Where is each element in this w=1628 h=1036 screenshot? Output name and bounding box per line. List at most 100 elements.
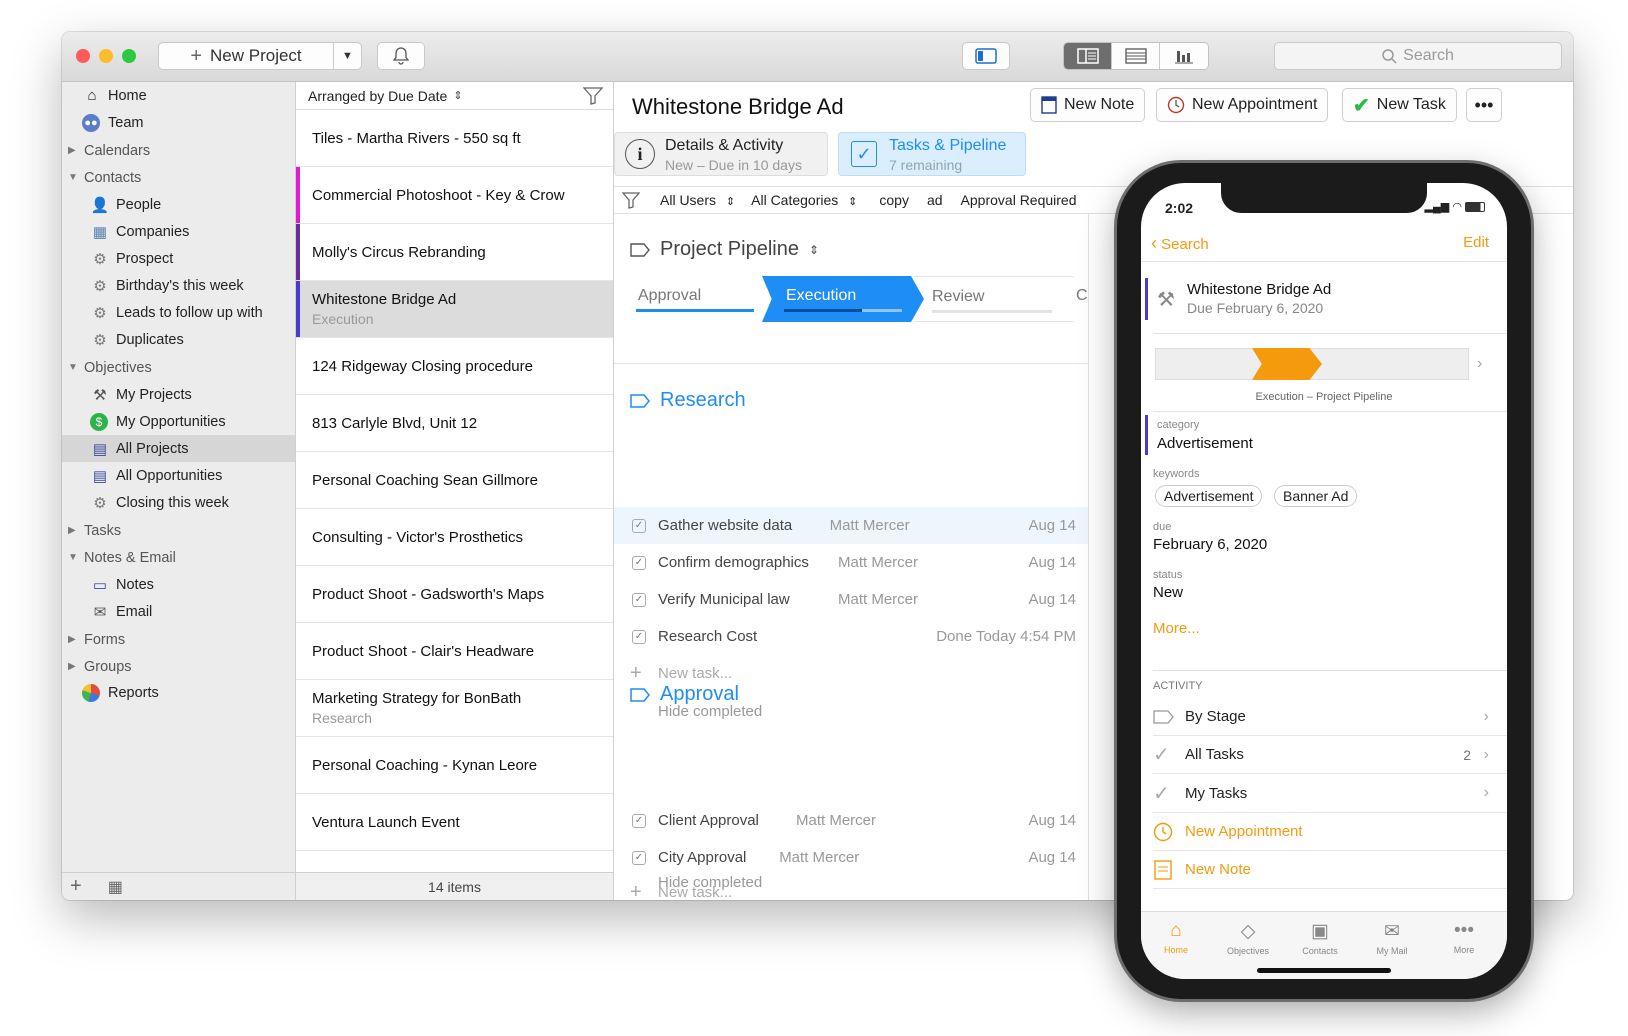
list-item[interactable]: Whitestone Bridge Ad Execution [296,281,613,338]
task-row[interactable]: ✓ Verify Municipal law Matt Mercer Aug 14 [614,581,1088,618]
all-tasks-row[interactable]: ✓ All Tasks 2 › [1153,736,1507,774]
minimize-window-button[interactable] [99,49,113,63]
list-item[interactable]: Marketing Strategy for BonBath Research [296,680,613,737]
keyword-chip[interactable]: Banner Ad [1274,485,1358,507]
task-checkbox[interactable]: ✓ [632,518,646,533]
task-row[interactable]: ✓ Research Cost Done Today 4:54 PM [614,618,1088,655]
sidebar-item-birthdays[interactable]: ⚙ Birthday's this week [62,272,295,299]
list-sort-header[interactable]: Arranged by Due Date ⇕ [296,82,613,110]
tab-tasks-pipeline[interactable]: ✓ Tasks & Pipeline 7 remaining [838,132,1026,176]
zoom-window-button[interactable] [122,49,136,63]
chart-view-button[interactable] [1160,43,1208,69]
sidebar-section-contacts[interactable]: ▼ Contacts [62,164,295,191]
sidebar-item-email[interactable]: ✉ Email [62,598,295,625]
task-checkbox[interactable]: ✓ [632,629,646,644]
stage-approval[interactable]: Approval [614,276,764,322]
task-row[interactable]: ✓ City Approval Matt Mercer Aug 14 [614,839,1088,876]
list-item[interactable]: 124 Ridgeway Closing procedure [296,338,613,395]
phone-tab-contacts[interactable]: ▣ Contacts [1285,920,1355,956]
new-appointment-button[interactable]: New Appointment [1156,88,1329,122]
phone-new-appointment-row[interactable]: New Appointment [1153,813,1507,851]
list-item[interactable]: Molly's Circus Rebranding [296,224,613,281]
split-view-button[interactable] [1064,43,1112,69]
task-row[interactable]: ✓ Gather website data Matt Mercer Aug 14 [614,507,1088,544]
list-item[interactable]: Personal Coaching Sean Gillmore [296,452,613,509]
list-item[interactable]: Product Shoot - Gadsworth's Maps [296,566,613,623]
section-approval[interactable]: Approval [630,683,739,706]
phone-pipeline-bar[interactable] [1155,348,1469,380]
filter-tag-ad[interactable]: ad [927,192,943,208]
sidebar-item-home[interactable]: ⌂ Home [62,82,295,109]
list-item[interactable]: Personal Coaching - Kynan Leore [296,737,613,794]
phone-more-link[interactable]: More... [1153,620,1200,637]
keyword-chip[interactable]: Advertisement [1155,485,1263,507]
new-project-button[interactable]: + New Project [158,42,334,70]
filter-icon[interactable] [622,191,640,209]
sidebar-item-closing[interactable]: ⚙ Closing this week [62,489,295,516]
approval-hide-completed[interactable]: Hide completed [658,874,762,891]
list-item[interactable]: Ventura Launch Event [296,794,613,851]
sidebar-item-prospect[interactable]: ⚙ Prospect [62,245,295,272]
sidebar-section-forms[interactable]: ▶ Forms [62,626,295,653]
add-icon[interactable]: + [70,875,82,898]
stage-execution[interactable]: Execution [762,276,924,322]
sidebar-section-calendars[interactable]: ▶ Calendars [62,137,295,164]
search-field[interactable]: Search [1274,42,1562,70]
table-icon[interactable]: ▦ [108,877,123,897]
phone-tab-more[interactable]: ••• More [1429,920,1499,955]
task-checkbox[interactable]: ✓ [632,813,646,828]
list-item[interactable]: Consulting - Victor's Prosthetics [296,509,613,566]
sidebar-item-team[interactable]: ●● Team [62,109,295,136]
phone-tab-objectives[interactable]: ◇ Objectives [1213,920,1283,956]
section-research[interactable]: Research [630,389,746,412]
filter-categories[interactable]: All Categories ⇕ [751,192,857,208]
sidebar-section-tasks[interactable]: ▶ Tasks [62,517,295,544]
task-checkbox[interactable]: ✓ [632,850,646,865]
list-item[interactable]: 813 Carlyle Blvd, Unit 12 [296,395,613,452]
sidebar-item-my-opportunities[interactable]: $ My Opportunities [62,408,295,435]
phone-back-button[interactable]: ‹ Search [1151,233,1209,254]
phone-tab-my-mail[interactable]: ✉ My Mail [1357,920,1427,956]
pipeline-header[interactable]: Project Pipeline ⇕ [630,238,819,261]
sidebar-item-people[interactable]: 👤 People [62,191,295,218]
filter-users[interactable]: All Users ⇕ [660,192,735,208]
close-window-button[interactable] [76,49,90,63]
list-item[interactable]: Tiles - Martha Rivers - 550 sq ft [296,110,613,167]
sidebar-section-objectives[interactable]: ▼ Objectives [62,354,295,381]
list-item[interactable]: Product Shoot - Clair's Headware [296,623,613,680]
sidebar-item-my-projects[interactable]: ⚒ My Projects [62,381,295,408]
task-checkbox[interactable]: ✓ [632,592,646,607]
sidebar-toggle-button[interactable] [962,42,1010,70]
sidebar-item-all-projects[interactable]: ▤ All Projects [62,435,295,462]
phone-new-note-row[interactable]: New Note [1153,851,1507,889]
my-tasks-row[interactable]: ✓ My Tasks › [1153,774,1507,813]
stage-review[interactable]: Review [914,276,1074,322]
new-task-button[interactable]: ✔ New Task [1342,88,1457,122]
sidebar-item-duplicates[interactable]: ⚙ Duplicates [62,326,295,353]
sidebar-item-companies[interactable]: ▦ Companies [62,218,295,245]
sidebar-item-notes[interactable]: ▭ Notes [62,571,295,598]
task-row[interactable]: ✓ Client Approval Matt Mercer Aug 14 [614,802,1088,839]
phone-edit-button[interactable]: Edit [1463,234,1489,251]
task-row[interactable]: ✓ Confirm demographics Matt Mercer Aug 14 [614,544,1088,581]
sidebar-section-notes-email[interactable]: ▼ Notes & Email [62,544,295,571]
more-actions-button[interactable]: ••• [1466,88,1502,122]
hammer-icon: ⚒ [1157,289,1175,311]
new-note-button[interactable]: New Note [1030,88,1146,122]
sidebar-item-all-opportunities[interactable]: ▤ All Opportunities [62,462,295,489]
filter-icon[interactable] [583,87,603,105]
list-view-button[interactable] [1112,43,1160,69]
sidebar-item-reports[interactable]: Reports [62,679,295,706]
stage-next[interactable]: C [1076,287,1088,305]
tab-details-activity[interactable]: i Details & Activity New – Due in 10 day… [614,132,828,176]
new-project-dropdown[interactable]: ▼ [333,42,362,70]
task-checkbox[interactable]: ✓ [632,555,646,570]
sidebar-section-groups[interactable]: ▶ Groups [62,653,295,680]
filter-tag-approval[interactable]: Approval Required [961,192,1077,208]
list-item[interactable]: Commercial Photoshoot - Key & Crow [296,167,613,224]
notifications-button[interactable] [377,42,425,70]
by-stage-row[interactable]: By Stage › [1153,698,1507,736]
filter-tag-copy[interactable]: copy [879,192,909,208]
phone-tab-home[interactable]: ⌂ Home [1141,920,1211,955]
sidebar-item-leads[interactable]: ⚙ Leads to follow up with [62,299,295,326]
